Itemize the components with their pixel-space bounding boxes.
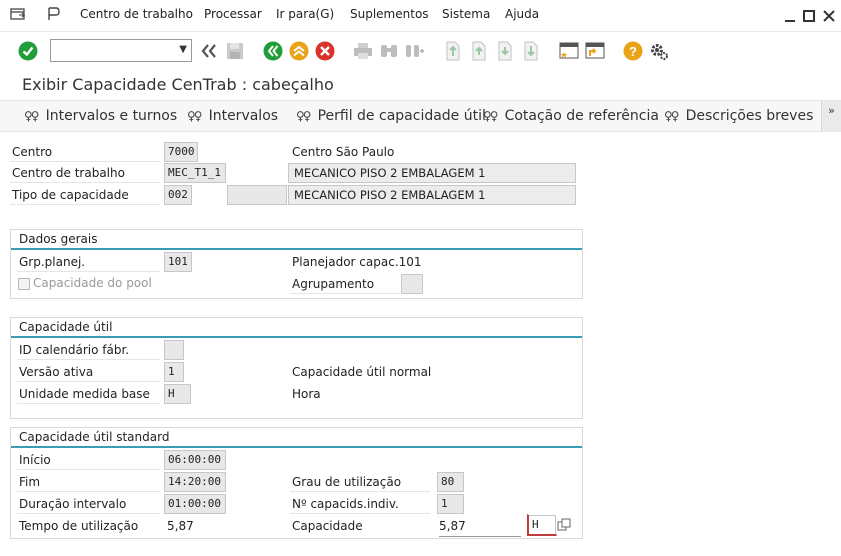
duracao-field[interactable]: 01:00:00 — [164, 494, 226, 514]
fim-label: Fim — [17, 472, 160, 492]
group-divider — [11, 336, 582, 338]
cancel-icon[interactable] — [314, 40, 336, 62]
capacidade-value: 5,87 — [439, 517, 521, 537]
enter-icon[interactable] — [17, 40, 39, 62]
last-page-icon[interactable] — [520, 40, 542, 62]
unit-field[interactable]: H — [164, 384, 191, 404]
next-page-icon[interactable] — [494, 40, 516, 62]
first-page-icon[interactable] — [442, 40, 464, 62]
tab-label: Intervalos e turnos — [45, 108, 178, 124]
print-icon[interactable] — [352, 40, 374, 62]
group-title: Capacidade útil — [19, 320, 113, 334]
captype-label: Tipo de capacidade — [10, 185, 160, 205]
menu-item-sistema[interactable]: Sistema — [442, 7, 490, 21]
menu-item-centro-trabalho[interactable]: Centro de trabalho — [80, 7, 193, 21]
inicio-label: Início — [17, 450, 160, 470]
tab-intervalos[interactable]: ♀♀ Intervalos — [187, 108, 278, 124]
workcenter-field[interactable]: MEC_T1_1 — [164, 163, 226, 183]
capacidade-label: Capacidade — [292, 519, 363, 533]
main-area: Centro 7000 Centro São Paulo Centro de t… — [0, 132, 841, 556]
version-field[interactable]: 1 — [164, 362, 184, 382]
version-description: Capacidade útil normal — [292, 365, 432, 379]
menu-item-ir-para[interactable]: Ir para(G) — [276, 7, 334, 21]
glasses-icon: ♀♀ — [187, 109, 203, 123]
menu-item-processar[interactable]: Processar — [204, 7, 262, 21]
calendar-label: ID calendário fábr. — [17, 340, 160, 360]
captype-field[interactable]: 002 — [164, 185, 192, 205]
tab-descricoes-breves[interactable]: ♀♀ Descrições breves — [664, 108, 813, 124]
unit-description: Hora — [292, 387, 321, 401]
page-title: Exibir Capacidade CenTrab : cabeçalho — [22, 75, 334, 94]
grp-planej-description: Planejador capac.101 — [292, 255, 422, 269]
group-divider — [11, 446, 582, 448]
version-label: Versão ativa — [17, 362, 160, 382]
maximize-icon[interactable] — [802, 9, 816, 23]
pool-label: Capacidade do pool — [33, 276, 152, 290]
group-title: Capacidade útil standard — [19, 430, 170, 444]
menu-item-suplementos[interactable]: Suplementos — [350, 7, 429, 21]
agrupamento-field[interactable] — [401, 274, 423, 294]
expand-icon[interactable]: » — [821, 101, 841, 132]
tempo-label: Tempo de utilização — [19, 519, 139, 533]
menu-bar: Centro de trabalho Processar Ir para(G) … — [0, 0, 841, 32]
menu-icon[interactable] — [10, 7, 26, 21]
grau-label: Grau de utilização — [290, 472, 430, 492]
sap-window: Centro de trabalho Processar Ir para(G) … — [0, 0, 841, 556]
captype-description[interactable]: MECANICO PISO 2 EMBALAGEM 1 — [288, 185, 576, 205]
grp-planej-field[interactable]: 101 — [164, 252, 192, 272]
find-next-icon[interactable] — [404, 40, 426, 62]
captype-extra-field[interactable] — [227, 185, 287, 205]
shortcut-icon[interactable] — [584, 40, 606, 62]
find-icon[interactable] — [378, 40, 400, 62]
exit-icon[interactable] — [288, 40, 310, 62]
minimize-icon[interactable] — [783, 9, 797, 23]
tab-label: Perfil de capacidade útil — [317, 108, 486, 124]
help-icon[interactable]: ? — [622, 40, 644, 62]
back-icon[interactable] — [262, 40, 284, 62]
grp-planej-label: Grp.planej. — [17, 252, 160, 272]
unit-label: Unidade medida base — [17, 384, 160, 404]
save-icon[interactable] — [224, 40, 246, 62]
centro-label: Centro — [10, 142, 160, 162]
grau-field[interactable]: 80 — [437, 472, 464, 492]
glasses-icon: ♀♀ — [664, 109, 680, 123]
inicio-field[interactable]: 06:00:00 — [164, 450, 226, 470]
calendar-field[interactable] — [164, 340, 184, 360]
capind-label: Nº capacids.indiv. — [290, 494, 430, 514]
group-divider — [11, 248, 582, 250]
fim-field[interactable]: 14:20:00 — [164, 472, 226, 492]
tempo-value: 5,87 — [167, 519, 194, 533]
glasses-icon: ♀♀ — [296, 109, 312, 123]
search-help-icon[interactable] — [557, 518, 571, 532]
tab-cotacao-referencia[interactable]: ♀♀ Cotação de referência — [483, 108, 659, 124]
command-field[interactable]: ▼ — [50, 39, 192, 62]
tab-label: Descrições breves — [685, 108, 814, 124]
svg-text:?: ? — [629, 44, 637, 59]
help-icon[interactable] — [46, 7, 62, 21]
workcenter-description[interactable]: MECANICO PISO 2 EMBALAGEM 1 — [288, 163, 576, 183]
create-session-icon[interactable] — [558, 40, 580, 62]
glasses-icon: ♀♀ — [483, 109, 499, 123]
close-icon[interactable] — [822, 9, 836, 23]
prev-page-icon[interactable] — [468, 40, 490, 62]
menu-item-ajuda[interactable]: Ajuda — [505, 7, 539, 21]
centro-description: Centro São Paulo — [292, 145, 395, 159]
tab-label: Cotação de referência — [504, 108, 659, 124]
chevron-down-icon[interactable]: ▼ — [179, 44, 187, 55]
application-toolbar: ♀♀ Intervalos e turnos ♀♀ Intervalos ♀♀ Per… — [0, 100, 841, 132]
capind-field[interactable]: 1 — [437, 494, 464, 514]
pool-checkbox[interactable] — [18, 278, 30, 290]
workcenter-label: Centro de trabalho — [10, 163, 160, 183]
glasses-icon: ♀♀ — [24, 109, 40, 123]
group-title: Dados gerais — [19, 232, 98, 246]
tab-label: Intervalos — [208, 108, 279, 124]
tab-perfil-capacidade[interactable]: ♀♀ Perfil de capacidade útil — [296, 108, 486, 124]
centro-field[interactable]: 7000 — [164, 142, 198, 162]
tab-intervalos-turnos[interactable]: ♀♀ Intervalos e turnos — [24, 108, 177, 124]
back-arrows-icon[interactable] — [198, 40, 220, 62]
settings-icon[interactable] — [648, 40, 670, 62]
focus-marker — [527, 514, 557, 536]
agrupamento-label: Agrupamento — [290, 274, 400, 294]
duracao-label: Duração intervalo — [17, 494, 160, 514]
